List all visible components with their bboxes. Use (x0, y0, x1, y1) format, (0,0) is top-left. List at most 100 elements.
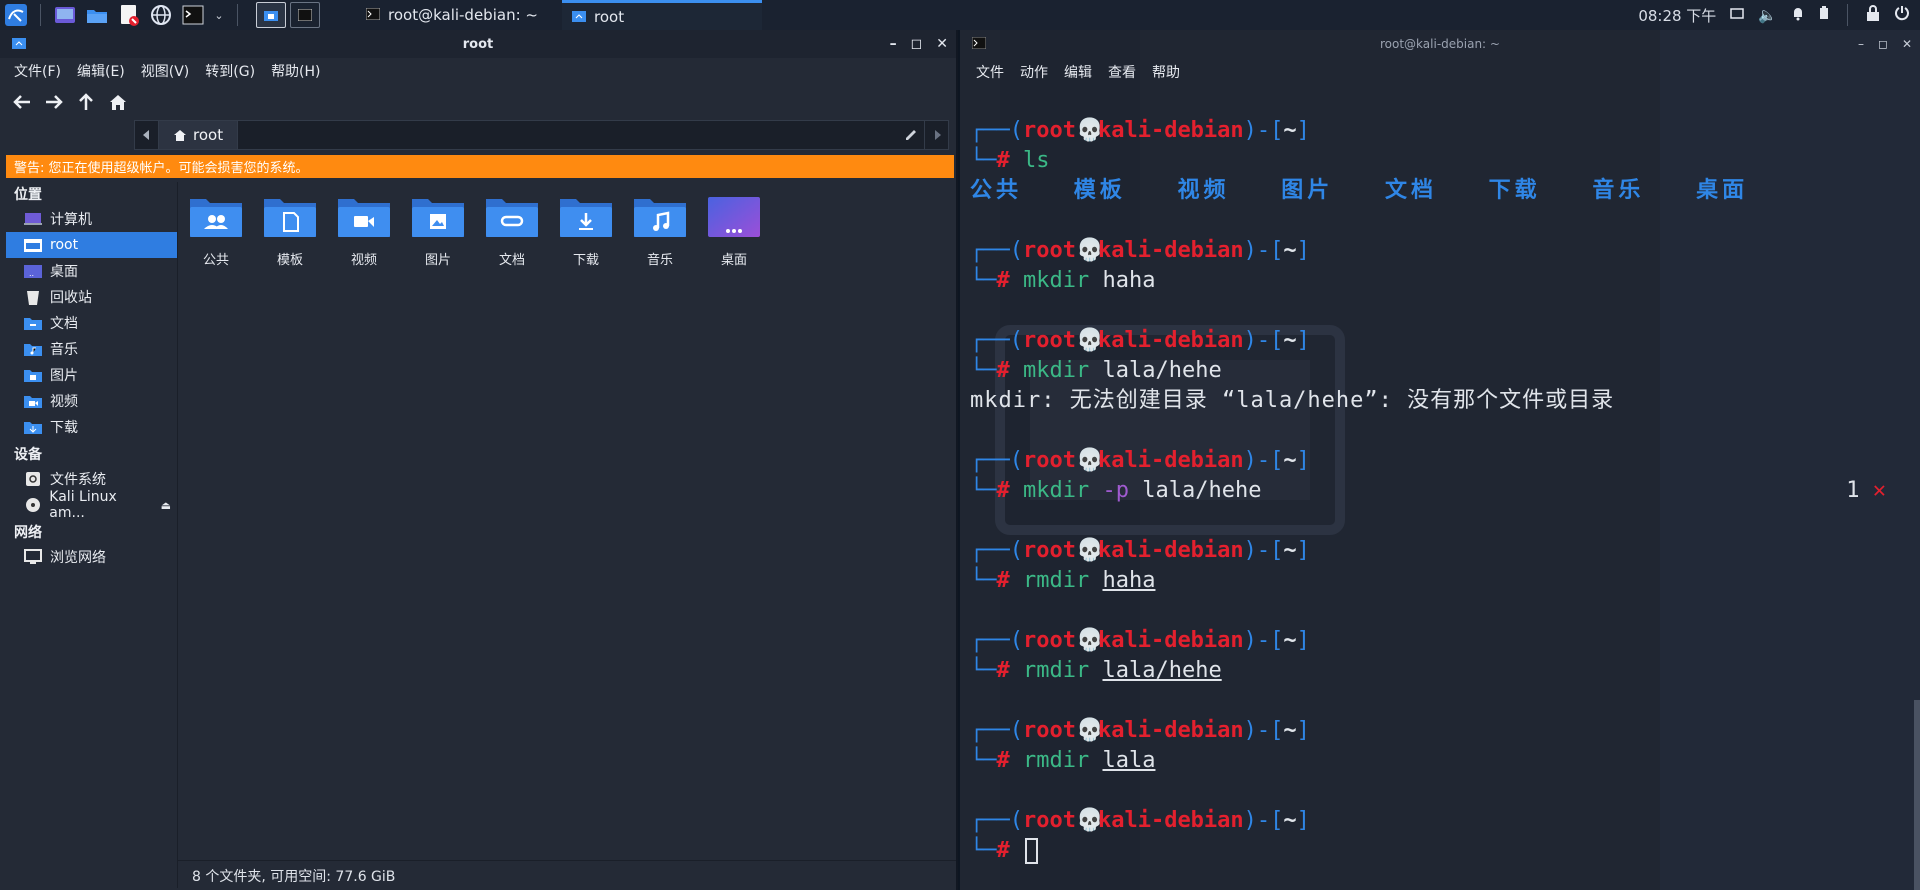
menu-file[interactable]: 文件 (976, 62, 1004, 82)
folder-item[interactable]: 文档 (484, 193, 540, 268)
path-scroll-left-icon[interactable] (135, 121, 159, 149)
maximize-icon[interactable]: ◻ (1878, 37, 1888, 51)
folder-item[interactable]: 公共 (188, 193, 244, 268)
text-editor-icon[interactable] (117, 4, 141, 26)
maximize-icon[interactable]: ◻ (911, 36, 923, 52)
sidebar-item-music[interactable]: 音乐 (0, 336, 177, 362)
folder-label: 音乐 (646, 253, 673, 268)
menu-view[interactable]: 视图(V) (141, 61, 190, 81)
edit-location-icon[interactable] (904, 127, 918, 146)
top-panel: ⌄ root@kali-debian: ~ root 08:28 下午 🔈 (0, 0, 1920, 30)
close-icon[interactable]: ✕ (1902, 37, 1912, 51)
videos-icon (24, 394, 42, 408)
kali-menu-icon[interactable] (4, 4, 28, 26)
command-line: └─# rmdir lala (970, 748, 1156, 773)
command-line: └─# rmdir haha (970, 568, 1156, 593)
folder-item[interactable]: 视频 (336, 193, 392, 268)
command-line: └─# mkdir -p lala/hehe 1 ✕ (970, 476, 1910, 506)
filesystem-icon (24, 472, 42, 486)
menu-file[interactable]: 文件(F) (14, 61, 61, 81)
close-icon[interactable]: ✕ (936, 36, 948, 52)
clock[interactable]: 08:28 下午 (1638, 5, 1716, 26)
power-icon[interactable] (1894, 5, 1910, 25)
terminal-launcher-icon[interactable] (181, 4, 205, 26)
command-line: └─# ls (970, 148, 1050, 173)
web-browser-icon[interactable] (149, 4, 173, 26)
folder-label: 下载 (572, 253, 599, 268)
path-crumb-root[interactable]: root (159, 121, 239, 149)
path-scroll-right-icon[interactable] (924, 121, 948, 149)
menu-actions[interactable]: 动作 (1020, 62, 1048, 82)
terminal-icon (971, 36, 987, 52)
sidebar-item-videos[interactable]: 视频 (0, 388, 177, 414)
sidebar-item-pictures[interactable]: 图片 (0, 362, 177, 388)
sidebar-item-trash[interactable]: 回收站 (0, 284, 177, 310)
menu-help[interactable]: 帮助 (1152, 62, 1180, 82)
terminal-window[interactable]: root@kali-debian: ~ – ◻ ✕ 文件 动作 编辑 查看 帮助… (960, 30, 1920, 890)
home-icon (572, 8, 586, 26)
terminal-menubar: 文件 动作 编辑 查看 帮助 (976, 60, 1180, 84)
disc-icon (24, 498, 41, 512)
eject-icon[interactable]: ⏏ (161, 499, 171, 512)
trash-icon (24, 290, 42, 305)
taskbar-terminal[interactable]: root@kali-debian: ~ (356, 0, 556, 30)
file-manager-icon[interactable] (85, 4, 109, 26)
sidebar-item-downloads[interactable]: 下载 (0, 414, 177, 440)
show-desktop-icon[interactable] (53, 4, 77, 26)
command-line: └─# mkdir haha (970, 268, 1156, 293)
desktop-icon: .. (24, 264, 42, 278)
skull-icon: 💀 (1075, 328, 1104, 353)
sidebar-item-desktop[interactable]: .. 桌面 (0, 258, 177, 284)
menu-view[interactable]: 查看 (1108, 62, 1136, 82)
taskbar-file-manager[interactable]: root (562, 0, 762, 30)
chevron-down-icon[interactable]: ⌄ (213, 4, 225, 26)
pictures-icon (24, 368, 42, 382)
terminal-output[interactable]: ┌──(root💀kali-debian)-[~] └─# ls 公共 模板 视… (970, 116, 1910, 866)
active-command-line[interactable]: └─# (970, 836, 1910, 866)
music-icon (24, 342, 42, 356)
lock-icon[interactable] (1866, 5, 1880, 25)
folder-item[interactable]: 图片 (410, 193, 466, 268)
workspace-1[interactable] (256, 2, 286, 28)
terminal-scrollbar[interactable] (1914, 700, 1920, 890)
sidebar-item-kali-disc[interactable]: Kali Linux am... ⏏ (0, 489, 177, 521)
home-button-icon[interactable] (108, 92, 128, 112)
sidebar-item-computer[interactable]: 计算机 (0, 206, 177, 232)
sidebar-item-root[interactable]: root (6, 232, 177, 258)
sidebar-item-browse-network[interactable]: 浏览网络 (0, 544, 177, 570)
skull-icon: 💀 (1075, 448, 1104, 473)
prompt-line: ┌──(root💀kali-debian)-[~] (970, 716, 1910, 746)
menu-go[interactable]: 转到(G) (205, 61, 255, 81)
prompt-line: ┌──(root💀kali-debian)-[~] (970, 116, 1910, 146)
folder-label: 模板 (276, 253, 303, 268)
folder-item[interactable]: 音乐 (632, 193, 688, 268)
folder-item[interactable]: 下载 (558, 193, 614, 268)
menu-help[interactable]: 帮助(H) (271, 61, 320, 81)
menu-edit[interactable]: 编辑 (1064, 62, 1092, 82)
folder-label: 文档 (498, 253, 525, 268)
minimize-icon[interactable]: – (1858, 37, 1864, 51)
menu-edit[interactable]: 编辑(E) (77, 61, 125, 81)
volume-icon[interactable]: 🔈 (1758, 6, 1777, 24)
folder-item[interactable]: 桌面 (706, 193, 762, 268)
minimize-icon[interactable]: – (890, 36, 897, 52)
back-arrow-icon[interactable] (12, 92, 32, 112)
templates-folder-icon (264, 199, 316, 237)
forward-arrow-icon[interactable] (44, 92, 64, 112)
folder-item[interactable]: 模板 (262, 193, 318, 268)
prompt-line: ┌──(root💀kali-debian)-[~] (970, 326, 1910, 356)
panel-separator (237, 4, 238, 26)
skull-icon: 💀 (1075, 628, 1104, 653)
display-icon[interactable] (1730, 6, 1745, 24)
notification-icon[interactable] (1791, 5, 1805, 25)
skull-icon: 💀 (1075, 718, 1104, 743)
workspace-switcher (256, 2, 320, 28)
terminal-titlebar[interactable]: root@kali-debian: ~ – ◻ ✕ (960, 30, 1920, 58)
battery-icon[interactable] (1819, 6, 1829, 24)
home-crumb-icon (174, 129, 186, 141)
skull-icon: 💀 (1075, 238, 1104, 263)
sidebar-item-documents[interactable]: 文档 (0, 310, 177, 336)
up-arrow-icon[interactable] (76, 92, 96, 112)
workspace-2[interactable] (290, 2, 320, 28)
fm-titlebar[interactable]: root – ◻ ✕ (0, 30, 956, 58)
